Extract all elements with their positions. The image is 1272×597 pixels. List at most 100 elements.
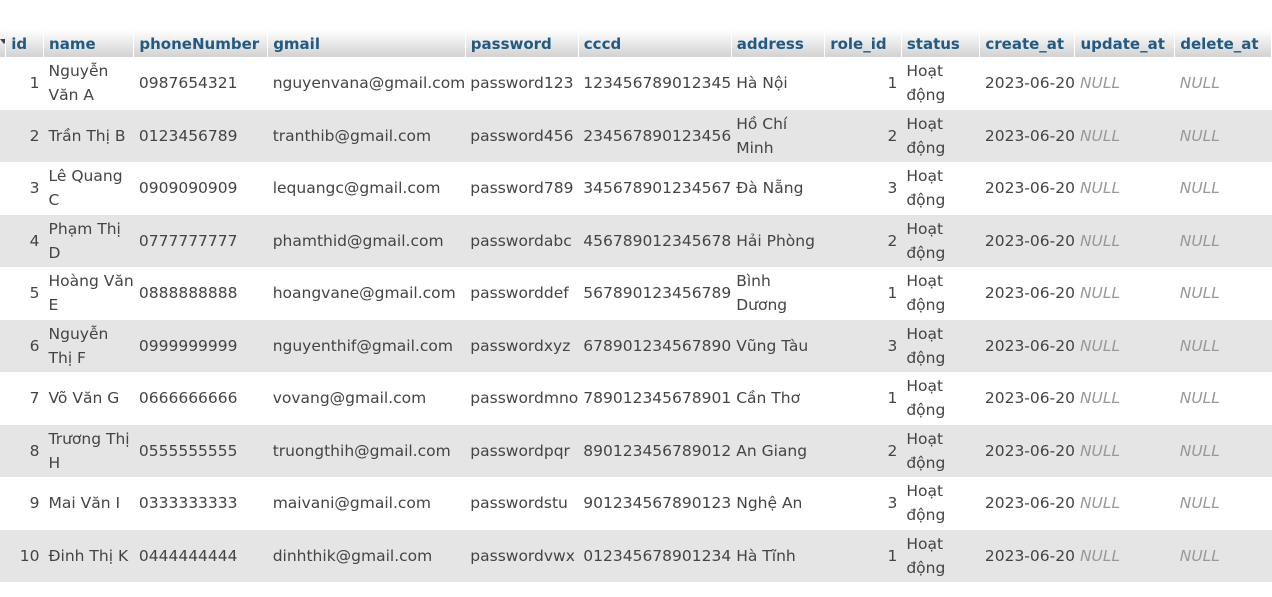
cell-create-at[interactable]: 2023-06-20	[979, 57, 1075, 110]
header-delete-at[interactable]: delete_at	[1174, 30, 1272, 57]
cell-password[interactable]: password789	[465, 162, 579, 215]
cell-role-id[interactable]: 1	[824, 372, 902, 425]
cell-password[interactable]: passwordpqr	[465, 424, 579, 477]
table-row[interactable]: e5Hoàng Văn E0888888888hoangvane@gmail.c…	[0, 267, 1272, 320]
cell-id[interactable]: 8	[5, 424, 44, 477]
cell-status[interactable]: Hoạt động	[901, 424, 980, 477]
table-row[interactable]: e1Nguyễn Văn A0987654321nguyenvana@gmail…	[0, 57, 1272, 110]
cell-role-id[interactable]: 2	[824, 214, 902, 267]
cell-name[interactable]: Lê Quang C	[43, 162, 134, 215]
header-phone-number[interactable]: phoneNumber	[133, 30, 269, 57]
cell-status[interactable]: Hoạt động	[901, 214, 980, 267]
cell-name[interactable]: Nguyễn Thị F	[43, 319, 134, 372]
header-address[interactable]: address	[731, 30, 826, 57]
cell-create-at[interactable]: 2023-06-20	[979, 424, 1075, 477]
cell-id[interactable]: 5	[5, 267, 44, 320]
cell-gmail[interactable]: nguyenthif@gmail.com	[267, 319, 466, 372]
cell-create-at[interactable]: 2023-06-20	[979, 372, 1075, 425]
cell-id[interactable]: 10	[5, 529, 44, 582]
cell-address[interactable]: Bình Dương	[731, 267, 825, 320]
header-role-id[interactable]: role_id	[824, 30, 902, 57]
cell-cccd[interactable]: 789012345678901	[578, 372, 732, 425]
cell-role-id[interactable]: 1	[824, 57, 902, 110]
cell-password[interactable]: passwordstu	[465, 477, 579, 530]
table-row[interactable]: e8Trương Thị H0555555555truongthih@gmail…	[0, 424, 1272, 477]
cell-phone-number[interactable]: 0999999999	[133, 319, 268, 372]
cell-role-id[interactable]: 1	[824, 267, 902, 320]
cell-password[interactable]: passwordmno	[465, 372, 579, 425]
cell-role-id[interactable]: 3	[824, 319, 902, 372]
cell-update-at[interactable]: NULL	[1074, 162, 1175, 215]
cell-create-at[interactable]: 2023-06-20	[979, 319, 1075, 372]
cell-status[interactable]: Hoạt động	[901, 57, 980, 110]
cell-create-at[interactable]: 2023-06-20	[979, 162, 1075, 215]
cell-phone-number[interactable]: 0777777777	[133, 214, 268, 267]
cell-update-at[interactable]: NULL	[1074, 372, 1175, 425]
cell-update-at[interactable]: NULL	[1074, 267, 1175, 320]
table-row[interactable]: e4Phạm Thị D0777777777phamthid@gmail.com…	[0, 214, 1272, 267]
cell-update-at[interactable]: NULL	[1074, 477, 1175, 530]
table-row[interactable]: e3Lê Quang C0909090909lequangc@gmail.com…	[0, 162, 1272, 215]
cell-role-id[interactable]: 1	[824, 529, 902, 582]
cell-gmail[interactable]: tranthib@gmail.com	[267, 109, 466, 162]
cell-role-id[interactable]: 3	[824, 477, 902, 530]
cell-delete-at[interactable]: NULL	[1174, 477, 1272, 530]
cell-id[interactable]: 1	[5, 57, 44, 110]
cell-role-id[interactable]: 3	[824, 162, 902, 215]
table-row[interactable]: e6Nguyễn Thị F0999999999nguyenthif@gmail…	[0, 319, 1272, 372]
table-row[interactable]: e2Trần Thị B0123456789tranthib@gmail.com…	[0, 109, 1272, 162]
cell-phone-number[interactable]: 0987654321	[133, 57, 268, 110]
cell-address[interactable]: Hà Tĩnh	[731, 529, 825, 582]
cell-address[interactable]: Nghệ An	[731, 477, 825, 530]
cell-password[interactable]: password456	[465, 109, 579, 162]
cell-phone-number[interactable]: 0909090909	[133, 162, 268, 215]
cell-id[interactable]: 4	[5, 214, 44, 267]
cell-create-at[interactable]: 2023-06-20	[979, 214, 1075, 267]
cell-cccd[interactable]: 901234567890123	[578, 477, 732, 530]
cell-password[interactable]: passwordxyz	[465, 319, 579, 372]
cell-address[interactable]: Vũng Tàu	[731, 319, 825, 372]
cell-name[interactable]: Võ Văn G	[43, 372, 134, 425]
cell-address[interactable]: Đà Nẵng	[731, 162, 825, 215]
cell-phone-number[interactable]: 0666666666	[133, 372, 268, 425]
cell-id[interactable]: 9	[5, 477, 44, 530]
cell-cccd[interactable]: 012345678901234	[578, 529, 732, 582]
cell-name[interactable]: Trương Thị H	[43, 424, 134, 477]
cell-status[interactable]: Hoạt động	[901, 162, 980, 215]
cell-create-at[interactable]: 2023-06-20	[979, 267, 1075, 320]
cell-delete-at[interactable]: NULL	[1174, 267, 1272, 320]
table-row[interactable]: e7Võ Văn G0666666666vovang@gmail.compass…	[0, 372, 1272, 425]
cell-cccd[interactable]: 890123456789012	[578, 424, 732, 477]
header-id[interactable]: id	[5, 30, 45, 57]
cell-address[interactable]: Hải Phòng	[731, 214, 825, 267]
cell-status[interactable]: Hoạt động	[901, 372, 980, 425]
cell-gmail[interactable]: nguyenvana@gmail.com	[267, 57, 466, 110]
cell-status[interactable]: Hoạt động	[901, 109, 980, 162]
cell-address[interactable]: Hà Nội	[731, 57, 825, 110]
cell-cccd[interactable]: 345678901234567	[578, 162, 732, 215]
cell-delete-at[interactable]: NULL	[1174, 162, 1272, 215]
cell-phone-number[interactable]: 0888888888	[133, 267, 268, 320]
table-row[interactable]: e10Đinh Thị K0444444444dinhthik@gmail.co…	[0, 529, 1272, 582]
cell-delete-at[interactable]: NULL	[1174, 372, 1272, 425]
cell-address[interactable]: Hồ Chí Minh	[731, 109, 825, 162]
cell-address[interactable]: An Giang	[731, 424, 825, 477]
cell-update-at[interactable]: NULL	[1074, 109, 1175, 162]
cell-gmail[interactable]: truongthih@gmail.com	[267, 424, 466, 477]
cell-gmail[interactable]: vovang@gmail.com	[267, 372, 466, 425]
cell-name[interactable]: Trần Thị B	[43, 109, 134, 162]
cell-update-at[interactable]: NULL	[1074, 319, 1175, 372]
header-name[interactable]: name	[43, 30, 135, 57]
cell-name[interactable]: Mai Văn I	[43, 477, 134, 530]
header-update-at[interactable]: update_at	[1074, 30, 1176, 57]
cell-id[interactable]: 6	[5, 319, 44, 372]
cell-delete-at[interactable]: NULL	[1174, 529, 1272, 582]
cell-password[interactable]: passwordabc	[465, 214, 579, 267]
cell-name[interactable]: Phạm Thị D	[43, 214, 134, 267]
cell-name[interactable]: Đinh Thị K	[43, 529, 134, 582]
cell-phone-number[interactable]: 0555555555	[133, 424, 268, 477]
cell-delete-at[interactable]: NULL	[1174, 424, 1272, 477]
header-status[interactable]: status	[901, 30, 981, 57]
cell-id[interactable]: 2	[5, 109, 44, 162]
cell-status[interactable]: Hoạt động	[901, 319, 980, 372]
